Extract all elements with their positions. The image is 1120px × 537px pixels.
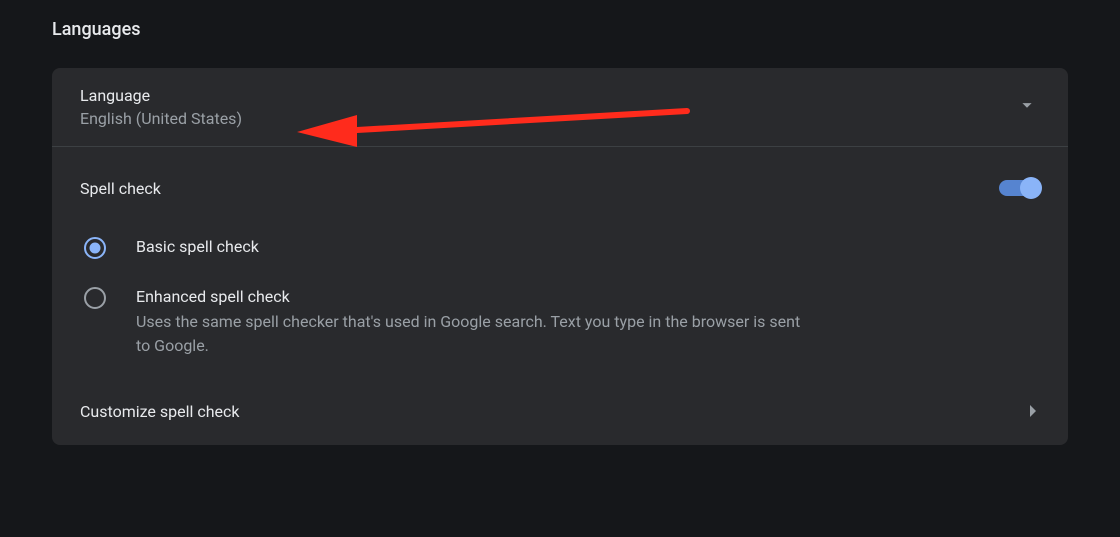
option-text: Enhanced spell check Uses the same spell…: [136, 287, 816, 358]
option-enhanced-spell-check[interactable]: Enhanced spell check Uses the same spell…: [80, 273, 1038, 372]
language-value: English (United States): [80, 109, 242, 128]
spell-check-options: Basic spell check Enhanced spell check U…: [52, 217, 1068, 382]
spell-check-row: Spell check: [52, 147, 1068, 217]
caret-right-icon: [1028, 402, 1038, 421]
option-basic-spell-check[interactable]: Basic spell check: [80, 223, 1038, 273]
option-title: Enhanced spell check: [136, 287, 816, 306]
page-title: Languages: [0, 0, 1120, 40]
language-row[interactable]: Language English (United States): [52, 68, 1068, 147]
radio-selected-icon: [84, 237, 106, 259]
language-row-text: Language English (United States): [80, 86, 242, 128]
customize-spell-check-row[interactable]: Customize spell check: [52, 382, 1068, 445]
annotation-arrow: [297, 105, 697, 147]
option-title: Basic spell check: [136, 237, 259, 256]
option-text: Basic spell check: [136, 237, 259, 256]
radio-unselected-icon: [84, 287, 106, 309]
toggle-knob: [1020, 177, 1042, 199]
language-label: Language: [80, 86, 242, 105]
chevron-down-icon: [1016, 94, 1038, 120]
spell-check-label: Spell check: [80, 179, 161, 198]
option-description: Uses the same spell checker that's used …: [136, 310, 816, 358]
settings-panel: Language English (United States) Spell c…: [52, 68, 1068, 445]
customize-spell-check-label: Customize spell check: [80, 402, 240, 421]
spell-check-toggle[interactable]: [999, 180, 1038, 196]
